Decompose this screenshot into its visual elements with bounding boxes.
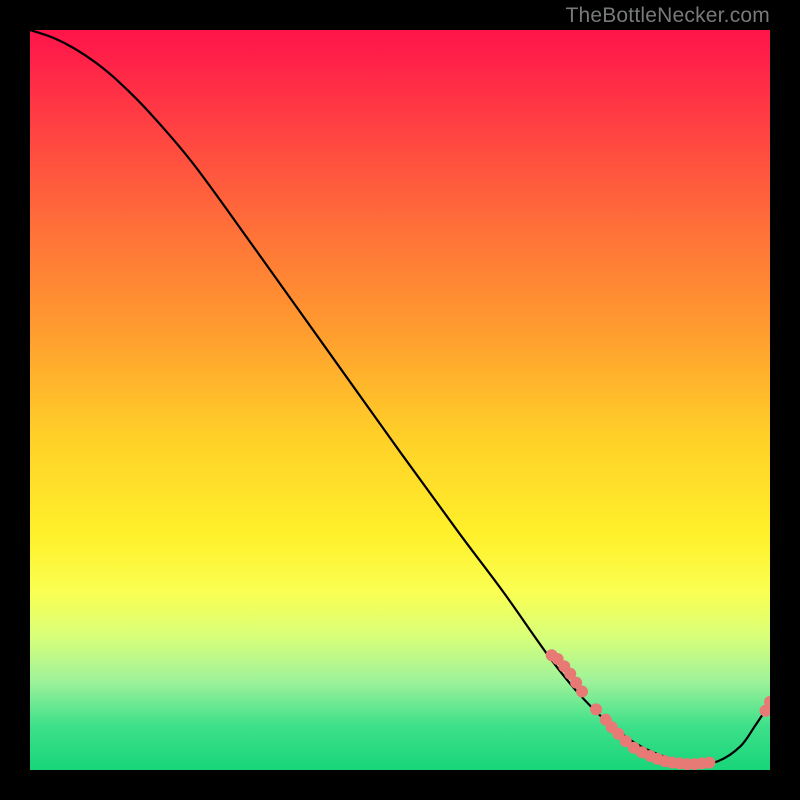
- highlight-dot: [760, 705, 770, 717]
- highlight-dot: [652, 753, 664, 765]
- highlight-dot: [764, 696, 770, 708]
- highlight-dots: [546, 649, 770, 770]
- highlight-dot: [576, 686, 588, 698]
- highlight-dot: [696, 757, 708, 769]
- highlight-dot: [659, 755, 671, 767]
- highlight-dot: [628, 742, 640, 754]
- watermark-text: TheBottleNecker.com: [565, 4, 770, 28]
- highlight-dot: [600, 714, 612, 726]
- highlight-dot: [681, 758, 693, 770]
- highlight-dot: [689, 758, 701, 770]
- highlight-dot: [644, 750, 656, 762]
- highlight-dot: [546, 649, 558, 661]
- highlight-dot: [552, 653, 564, 665]
- highlight-dot: [636, 746, 648, 758]
- highlight-dot: [674, 757, 686, 769]
- highlight-dot: [612, 728, 624, 740]
- chart-stage: TheBottleNecker.com: [0, 0, 800, 800]
- bottleneck-curve: [30, 30, 770, 764]
- highlight-dot: [564, 668, 576, 680]
- plot-area: [30, 30, 770, 770]
- highlight-dot: [703, 757, 715, 769]
- highlight-dot: [606, 721, 618, 733]
- highlight-dot: [666, 757, 678, 769]
- curve-layer: [30, 30, 770, 770]
- highlight-dot: [558, 660, 570, 672]
- highlight-dot: [620, 735, 632, 747]
- highlight-dot: [570, 677, 582, 689]
- highlight-dot: [590, 703, 602, 715]
